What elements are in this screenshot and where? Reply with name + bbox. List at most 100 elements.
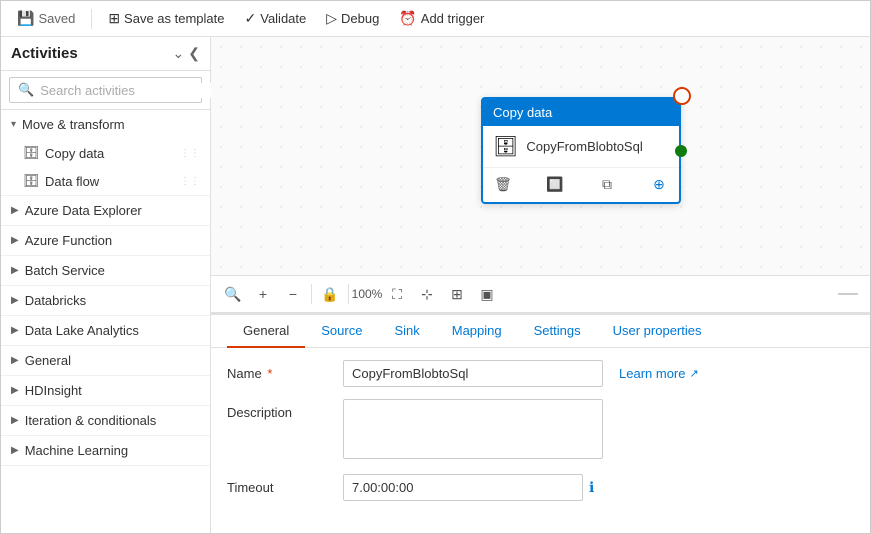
batch-service-header[interactable]: ▶ Batch Service — [1, 256, 210, 285]
description-input-wrap — [343, 399, 603, 462]
iteration-header[interactable]: ▶ Iteration & conditionals — [1, 406, 210, 435]
timeout-row: Timeout ℹ — [227, 474, 854, 501]
info-icon[interactable]: ℹ — [589, 479, 594, 496]
trigger-icon: ⏰ — [399, 10, 416, 27]
hdinsight-header[interactable]: ▶ HDInsight — [1, 376, 210, 405]
hdinsight-label: HDInsight — [25, 383, 82, 398]
canvas-format-button[interactable]: ▣ — [473, 280, 501, 308]
chevron-right-icon-8: ▶ — [11, 415, 19, 426]
iteration-label: Iteration & conditionals — [25, 413, 157, 428]
general-header[interactable]: ▶ General — [1, 346, 210, 375]
activities-list: ▾ Move & transform 🗄 Copy data ⋮⋮ 🗄 Data… — [1, 110, 210, 533]
canvas-search-button[interactable]: 🔍 — [219, 280, 247, 308]
bottom-panel: General Source Sink Mapping Settings Use… — [211, 313, 870, 533]
tab-mapping[interactable]: Mapping — [436, 315, 518, 348]
learn-more-label: Learn more — [619, 366, 685, 381]
data-flow-label: Data flow — [45, 174, 99, 189]
azure-function-label: Azure Function — [25, 233, 112, 248]
search-input[interactable] — [40, 83, 216, 98]
panel-header: Activities ⌄ ❮ — [1, 37, 210, 71]
tab-user-properties[interactable]: User properties — [597, 315, 718, 348]
move-transform-section: ▾ Move & transform 🗄 Copy data ⋮⋮ 🗄 Data… — [1, 110, 210, 196]
general-label: General — [25, 353, 71, 368]
copy-data-item[interactable]: 🗄 Copy data ⋮⋮ — [1, 139, 210, 167]
debug-button[interactable]: ▷ Debug — [318, 6, 387, 31]
node-info-button[interactable]: 🔲 — [543, 172, 567, 196]
name-input-wrap — [343, 360, 603, 387]
databricks-label: Databricks — [25, 293, 86, 308]
canvas-fit-button[interactable]: ⛶ — [383, 280, 411, 308]
iteration-section: ▶ Iteration & conditionals — [1, 406, 210, 436]
timeout-label: Timeout — [227, 474, 327, 495]
batch-service-section: ▶ Batch Service — [1, 256, 210, 286]
collapse-up-icon[interactable]: ⌄ — [173, 45, 185, 62]
canvas-add-button[interactable]: + — [249, 280, 277, 308]
chevron-right-icon: ▶ — [11, 205, 19, 216]
node-card[interactable]: Copy data 🗄 CopyFromBlobtoSql 🗑 🔲 ⧉ ⊕ — [481, 97, 681, 204]
activities-panel: Activities ⌄ ❮ 🔍 ▾ Move & transform — [1, 37, 211, 533]
timeout-with-info: ℹ — [343, 474, 603, 501]
node-connect-button[interactable]: ⊕ — [647, 172, 671, 196]
copy-data-icon: 🗄 — [23, 145, 39, 161]
canvas-minus-button[interactable]: − — [279, 280, 307, 308]
copy-data-label: Copy data — [45, 146, 104, 161]
description-label: Description — [227, 399, 327, 420]
node-body-icon: 🗄 — [493, 134, 518, 159]
data-lake-analytics-label: Data Lake Analytics — [25, 323, 139, 338]
data-lake-analytics-section: ▶ Data Lake Analytics — [1, 316, 210, 346]
saved-indicator: 💾 Saved — [9, 6, 83, 31]
node-copy-button[interactable]: ⧉ — [595, 172, 619, 196]
machine-learning-section: ▶ Machine Learning — [1, 436, 210, 466]
azure-data-explorer-section: ▶ Azure Data Explorer — [1, 196, 210, 226]
data-flow-item[interactable]: 🗄 Data flow ⋮⋮ — [1, 167, 210, 195]
main-content: Activities ⌄ ❮ 🔍 ▾ Move & transform — [1, 37, 870, 533]
move-transform-header[interactable]: ▾ Move & transform — [1, 110, 210, 139]
node-name-label: CopyFromBlobtoSql — [526, 139, 642, 154]
hdinsight-section: ▶ HDInsight — [1, 376, 210, 406]
node-delete-button[interactable]: 🗑 — [491, 172, 515, 196]
drag-handle-2: ⋮⋮ — [180, 176, 200, 187]
tab-sink[interactable]: Sink — [378, 315, 435, 348]
node-header-label: Copy data — [493, 105, 552, 120]
pipeline-canvas[interactable]: Copy data 🗄 CopyFromBlobtoSql 🗑 🔲 ⧉ ⊕ — [211, 37, 870, 275]
collapse-left-icon[interactable]: ❮ — [188, 45, 200, 62]
azure-function-section: ▶ Azure Function — [1, 226, 210, 256]
canvas-layout-button[interactable]: ⊞ — [443, 280, 471, 308]
canvas-select-button[interactable]: ⊹ — [413, 280, 441, 308]
bottom-panel-content: Name * Learn more ↗ Description — [211, 348, 870, 533]
batch-service-label: Batch Service — [25, 263, 105, 278]
canvas-zoom-level[interactable]: 100% — [353, 280, 381, 308]
data-lake-analytics-header[interactable]: ▶ Data Lake Analytics — [1, 316, 210, 345]
canvas-divider — [838, 293, 858, 295]
tab-general[interactable]: General — [227, 315, 305, 348]
chevron-right-icon-3: ▶ — [11, 265, 19, 276]
description-input[interactable] — [343, 399, 603, 459]
azure-function-header[interactable]: ▶ Azure Function — [1, 226, 210, 255]
canvas-lock-button[interactable]: 🔒 — [316, 280, 344, 308]
save-template-icon: ⊞ — [108, 10, 120, 27]
tab-settings[interactable]: Settings — [518, 315, 597, 348]
azure-data-explorer-header[interactable]: ▶ Azure Data Explorer — [1, 196, 210, 225]
databricks-header[interactable]: ▶ Databricks — [1, 286, 210, 315]
copy-data-node[interactable]: Copy data 🗄 CopyFromBlobtoSql 🗑 🔲 ⧉ ⊕ — [481, 97, 681, 204]
panel-title: Activities — [11, 45, 78, 62]
search-wrap: 🔍 — [9, 77, 202, 103]
machine-learning-header[interactable]: ▶ Machine Learning — [1, 436, 210, 465]
validate-button[interactable]: ✓ Validate — [237, 6, 315, 31]
node-success-dot — [675, 145, 687, 157]
chevron-right-icon-6: ▶ — [11, 355, 19, 366]
tab-source[interactable]: Source — [305, 315, 378, 348]
name-input[interactable] — [343, 360, 603, 387]
saved-label: Saved — [38, 11, 75, 26]
search-icon: 🔍 — [18, 82, 34, 98]
name-label: Name * — [227, 360, 327, 381]
learn-more-link[interactable]: Learn more ↗ — [619, 360, 699, 381]
chevron-right-icon-4: ▶ — [11, 295, 19, 306]
save-as-template-button[interactable]: ⊞ Save as template — [100, 6, 232, 31]
general-section: ▶ General — [1, 346, 210, 376]
timeout-input[interactable] — [343, 474, 583, 501]
node-body: 🗄 CopyFromBlobtoSql — [483, 126, 679, 167]
drag-handle: ⋮⋮ — [180, 148, 200, 159]
add-trigger-button[interactable]: ⏰ Add trigger — [391, 6, 492, 31]
external-link-icon: ↗ — [689, 367, 698, 380]
